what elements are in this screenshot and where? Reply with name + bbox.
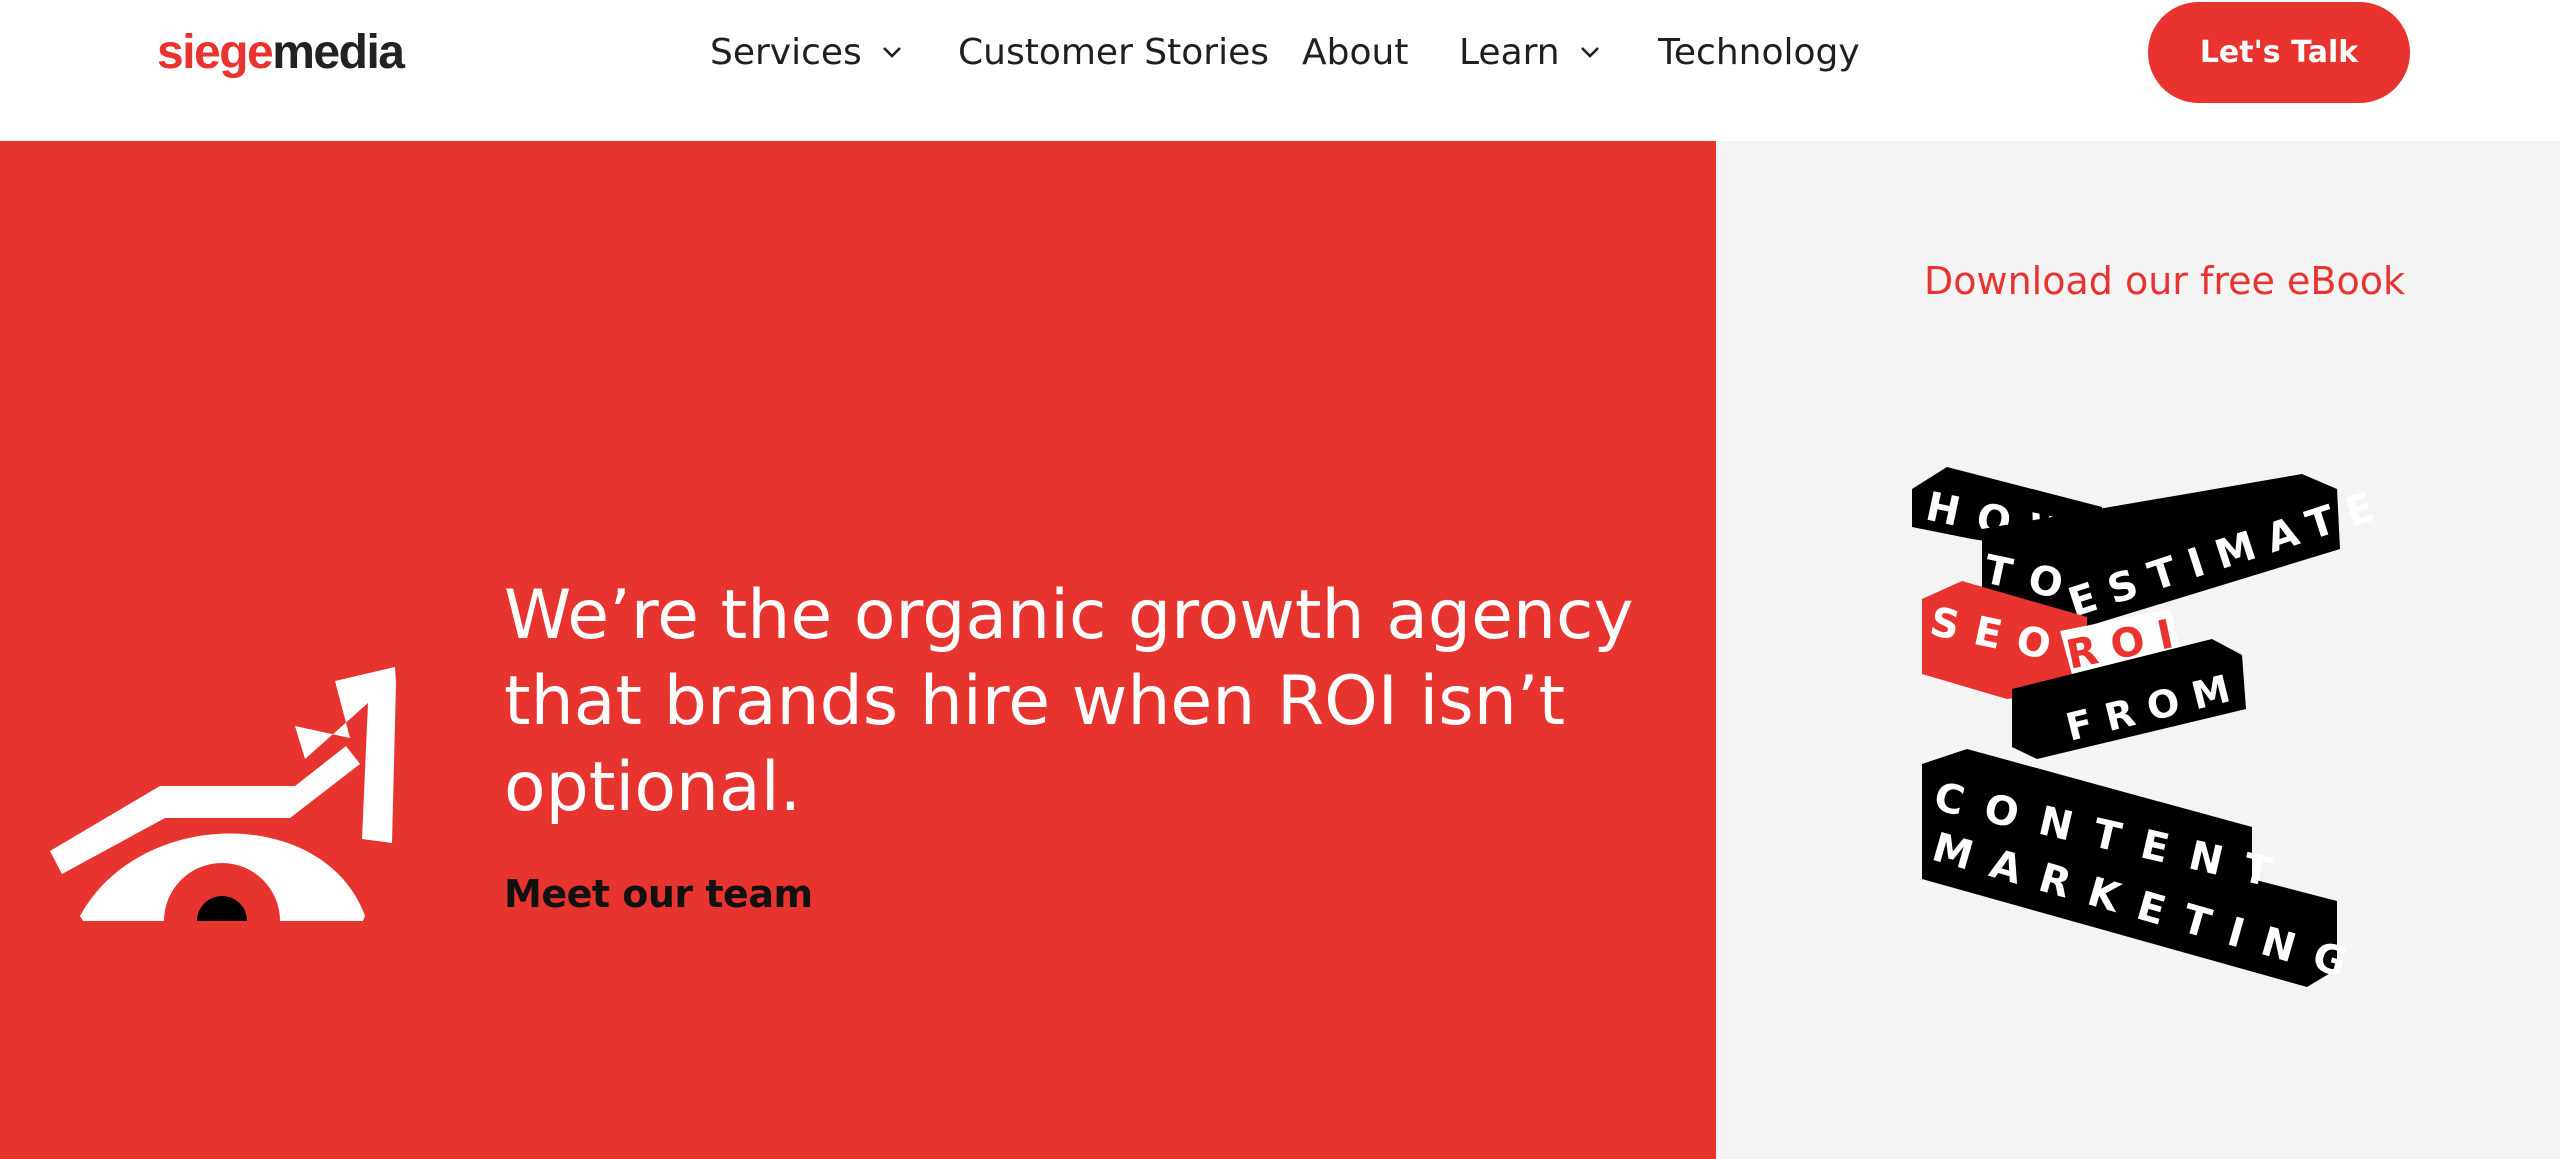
nav-label-technology: Technology (1658, 31, 1860, 73)
meet-our-team-link[interactable]: Meet our team (504, 872, 813, 916)
nav-item-learn[interactable]: Learn (1459, 24, 1602, 80)
logo-part-media: media (272, 26, 405, 79)
nav-label-customer-stories: Customer Stories (958, 31, 1270, 73)
hero-headline: We’re the organic growth agency that bra… (504, 576, 1634, 827)
nav-item-technology[interactable]: Technology (1658, 24, 1860, 80)
download-ebook-link[interactable]: Download our free eBook (1924, 259, 2405, 303)
nav-item-about[interactable]: About (1302, 24, 1408, 80)
lets-talk-button[interactable]: Let's Talk (2148, 2, 2410, 103)
nav-item-services[interactable]: Services (710, 24, 904, 80)
ebook-panel: Download our free eBook HOW TO ESTIMATE … (1716, 141, 2560, 1159)
site-header: siegemedia Services Customer Stories Abo… (0, 0, 2560, 141)
nav-label-services: Services (710, 31, 862, 73)
eye-growth-arrow-icon (50, 667, 396, 921)
nav-label-learn: Learn (1459, 31, 1560, 73)
chevron-down-icon (1580, 47, 1599, 58)
siegemedia-logo[interactable]: siegemedia (157, 25, 405, 81)
hero-section: We’re the organic growth agency that bra… (0, 141, 1716, 1159)
ebook-cover-illustration[interactable]: HOW TO ESTIMATE SEO ROI FROM CONTENT MAR… (1912, 459, 2392, 1019)
logo-part-siege: siege (157, 26, 274, 79)
nav-label-about: About (1302, 31, 1409, 73)
chevron-down-icon (882, 47, 901, 58)
nav-item-customer-stories[interactable]: Customer Stories (958, 24, 1269, 80)
